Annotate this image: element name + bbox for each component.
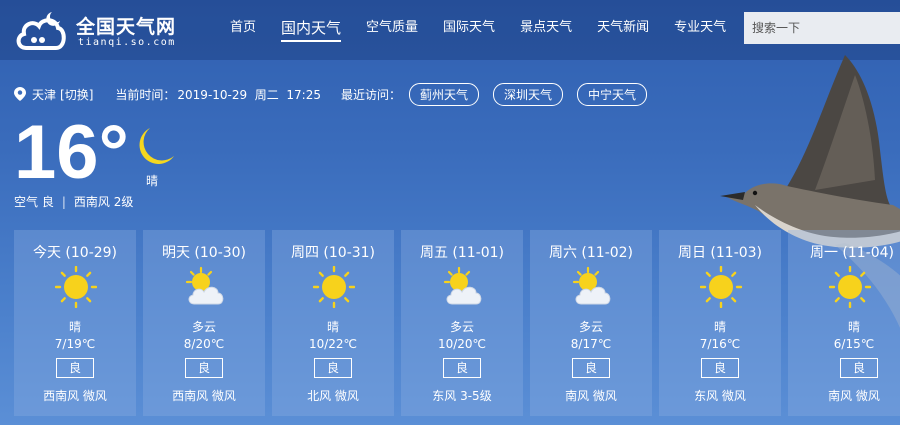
forecast-wind: 南风 微风	[565, 389, 617, 403]
recent-city-chip[interactable]: 深圳天气	[493, 82, 564, 106]
forecast-date: 明天 (10-30)	[161, 245, 247, 261]
forecast-card[interactable]: 周日 (11-03) 晴 7/16℃ 良 东风 微风	[659, 230, 781, 416]
forecast-card[interactable]: 周五 (11-01) 多云 10/20℃ 良 东风 3-5级	[401, 230, 523, 416]
recent-city-chip[interactable]: 中宁天气	[577, 82, 648, 106]
forecast-date: 周日 (11-03)	[677, 245, 763, 261]
forecast-temperature: 10/22℃	[308, 337, 358, 351]
sun-icon	[829, 266, 871, 308]
nav-weather-news[interactable]: 天气新闻	[597, 0, 649, 60]
forecast-list: 今天 (10-29) 晴 7/19℃ 良 西南风 微风 明天 (10-30) 多…	[14, 230, 900, 425]
forecast-wind: 北风 微风	[307, 389, 359, 403]
forecast-wind: 西南风 微风	[43, 389, 107, 403]
location-bar: 天津 [切换] 当前时间： 2019-10-29 周二 17:25 最近访问： …	[14, 82, 661, 106]
forecast-condition: 多云	[578, 320, 603, 334]
forecast-condition: 晴	[847, 320, 860, 334]
logo-title: 全国天气网	[76, 16, 177, 38]
forecast-condition: 多云	[191, 320, 216, 334]
forecast-condition: 晴	[713, 320, 726, 334]
forecast-temperature: 8/20℃	[183, 337, 225, 351]
forecast-wind: 东风 微风	[694, 389, 746, 403]
current-temperature: 16°	[14, 110, 129, 195]
recent-visits-label: 最近访问：	[341, 87, 402, 102]
sun-icon	[55, 266, 97, 308]
forecast-date: 周六 (11-02)	[548, 245, 634, 261]
partly-cloudy-icon	[443, 266, 482, 305]
sun-icon	[700, 266, 742, 308]
aqi-badge: 良	[572, 358, 610, 378]
forecast-condition: 晴	[68, 320, 81, 334]
forecast-temperature: 6/15℃	[833, 337, 875, 351]
forecast-condition: 晴	[326, 320, 339, 334]
forecast-date: 周一 (11-04)	[809, 245, 895, 261]
aqi-badge: 良	[314, 358, 352, 378]
aqi-badge: 良	[185, 358, 223, 378]
forecast-card[interactable]: 周一 (11-04) 晴 6/15℃ 良 南风 微风	[788, 230, 900, 416]
switch-city-link[interactable]: [切换]	[60, 86, 93, 103]
forecast-wind: 西南风 微风	[172, 389, 236, 403]
forecast-temperature: 7/16℃	[699, 337, 741, 351]
main-nav: 首页 国内天气 空气质量 国际天气 景点天气 天气新闻 专业天气	[230, 0, 751, 60]
forecast-card[interactable]: 周四 (10-31) 晴 10/22℃ 良 北风 微风	[272, 230, 394, 416]
forecast-condition: 多云	[449, 320, 474, 334]
partly-cloudy-icon	[572, 266, 611, 305]
current-wind: 西南风 2级	[73, 195, 134, 209]
forecast-temperature: 7/19℃	[54, 337, 96, 351]
current-time-label: 当前时间：	[115, 87, 176, 102]
current-condition: 晴	[146, 174, 159, 188]
aqi-badge: 良	[443, 358, 481, 378]
air-quality[interactable]: 空气 良	[14, 193, 54, 210]
partly-cloudy-icon	[185, 266, 224, 305]
aqi-badge: 良	[56, 358, 94, 378]
forecast-wind: 东风 3-5级	[432, 389, 492, 403]
forecast-card[interactable]: 今天 (10-29) 晴 7/19℃ 良 西南风 微风	[14, 230, 136, 416]
location-pin-icon	[14, 87, 26, 101]
forecast-date: 周五 (11-01)	[419, 245, 505, 261]
recent-city-chip[interactable]: 蓟州天气	[409, 82, 480, 106]
forecast-card[interactable]: 周六 (11-02) 多云 8/17℃ 良 南风 微风	[530, 230, 652, 416]
forecast-temperature: 10/20℃	[437, 337, 487, 351]
forecast-temperature: 8/17℃	[570, 337, 612, 351]
nav-international-weather[interactable]: 国际天气	[443, 0, 495, 60]
sun-icon	[313, 266, 355, 308]
current-time: 2019-10-29 周二 17:25	[177, 87, 321, 102]
air-wind-row: 空气 良 | 西南风 2级	[14, 193, 133, 210]
forecast-card[interactable]: 明天 (10-30) 多云 8/20℃ 良 西南风 微风	[143, 230, 265, 416]
current-city: 天津	[32, 87, 57, 102]
cloud-logo-icon	[16, 12, 66, 50]
nav-domestic-weather[interactable]: 国内天气	[281, 0, 342, 42]
forecast-wind: 南风 微风	[828, 389, 880, 403]
logo-subtitle: tianqi.so.com	[78, 37, 176, 48]
forecast-date: 周四 (10-31)	[290, 245, 376, 261]
forecast-date: 今天 (10-29)	[32, 245, 118, 261]
site-logo[interactable]: 全国天气网 tianqi.so.com	[14, 6, 184, 54]
nav-home[interactable]: 首页	[230, 0, 256, 60]
divider: |	[61, 194, 66, 209]
moon-icon	[139, 128, 174, 164]
nav-scenic-weather[interactable]: 景点天气	[520, 0, 572, 60]
aqi-badge: 良	[840, 358, 878, 378]
aqi-badge: 良	[701, 358, 739, 378]
nav-air-quality[interactable]: 空气质量	[366, 0, 418, 60]
